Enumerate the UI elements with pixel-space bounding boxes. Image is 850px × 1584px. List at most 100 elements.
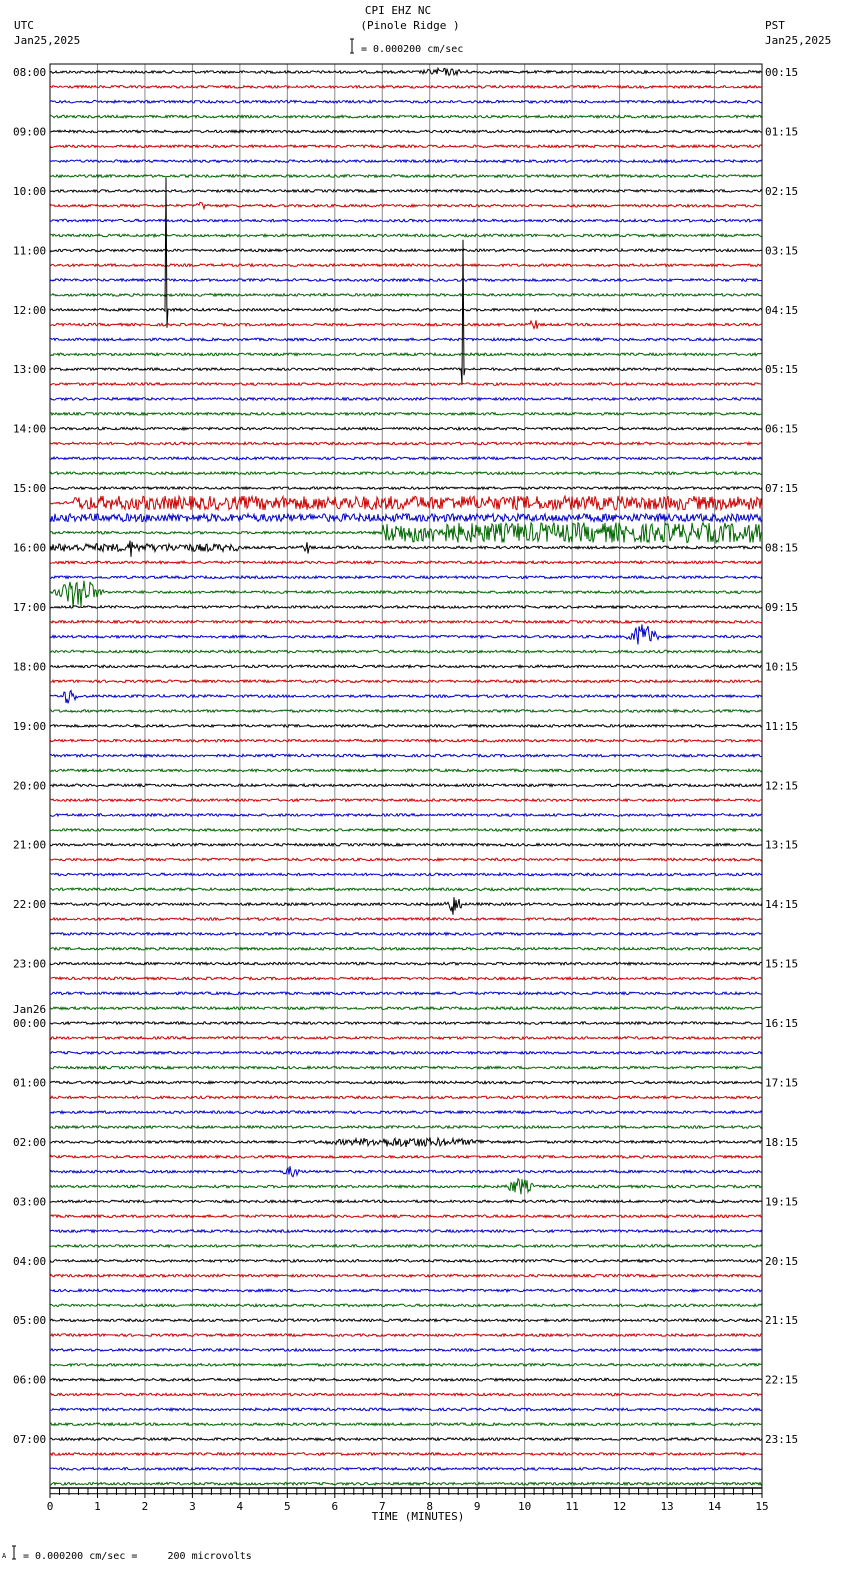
- pst-hour-label: 05:15: [765, 363, 798, 376]
- trace-line: [49, 396, 763, 402]
- pst-hour-label: 20:15: [765, 1255, 798, 1268]
- utc-hour-label: 11:00: [13, 244, 46, 257]
- trace-line: [49, 782, 763, 788]
- utc-hour-label: 16:00: [13, 542, 46, 555]
- utc-hour-label: 07:00: [13, 1433, 46, 1446]
- trace-line: [49, 689, 763, 704]
- trace-line: [49, 426, 763, 432]
- trace-line: [49, 1451, 763, 1457]
- trace-line: [49, 916, 763, 922]
- trace-line: [49, 752, 762, 759]
- trace-line: [49, 128, 763, 134]
- x-tick-label: 11: [566, 1500, 579, 1513]
- trace-line: [50, 574, 763, 580]
- trace-line: [49, 247, 763, 253]
- pst-hour-label: 14:15: [765, 898, 798, 911]
- utc-hour-label: 02:00: [13, 1136, 46, 1149]
- utc-hour-label: 08:00: [13, 66, 46, 79]
- x-tick-label: 9: [474, 1500, 481, 1513]
- trace-line: [49, 1481, 763, 1487]
- utc-hour-label: 18:00: [13, 660, 46, 673]
- trace-line: [49, 1094, 763, 1100]
- trace-line: [49, 143, 763, 149]
- trace-line: [49, 540, 763, 557]
- trace-line: [49, 470, 763, 476]
- trace-line: [49, 827, 763, 833]
- pst-hour-label: 01:15: [765, 125, 798, 138]
- trace-line: [49, 797, 763, 803]
- utc-hour-label: 13:00: [13, 363, 46, 376]
- footer-scale-text: = 0.000200 cm/sec = 200 microvolts: [23, 1551, 252, 1562]
- trace-line: [49, 1347, 763, 1353]
- trace-line: [49, 723, 763, 729]
- trace-line: [49, 485, 763, 491]
- pst-hour-label: 17:15: [765, 1076, 798, 1089]
- plot-frame: [49, 63, 763, 1495]
- trace-line: [49, 886, 763, 892]
- trace-line: [49, 619, 763, 625]
- trace-line: [49, 946, 763, 952]
- trace-line: [49, 411, 763, 417]
- pst-hour-label: 13:15: [765, 839, 798, 852]
- x-tick-label: 5: [284, 1500, 291, 1513]
- trace-line: [50, 351, 763, 357]
- trace-line: [49, 604, 763, 610]
- trace-line: [49, 1228, 763, 1234]
- utc-hour-label: 03:00: [13, 1195, 46, 1208]
- trace-line: [49, 1213, 763, 1219]
- trace-line: [49, 512, 763, 524]
- scale-bar-icon: [350, 38, 354, 54]
- trace-line: [49, 1198, 763, 1204]
- trace-line: [49, 1466, 763, 1472]
- trace-line: [49, 961, 763, 967]
- trace-line: [49, 521, 763, 545]
- pst-hour-label: 19:15: [765, 1195, 798, 1208]
- utc-hour-label: 14:00: [13, 423, 46, 436]
- trace-line: [49, 336, 763, 343]
- trace-line: [49, 1154, 763, 1160]
- trace-line: [49, 897, 763, 915]
- pst-hour-label: 07:15: [765, 482, 798, 495]
- minute-gridlines: [49, 63, 763, 1495]
- left-timezone: UTC: [14, 19, 34, 32]
- pst-hour-label: 09:15: [765, 601, 798, 614]
- trace-line: [50, 708, 763, 714]
- trace-line: [49, 173, 763, 179]
- trace-line: [49, 648, 763, 654]
- station-name: (Pinole Ridge ): [360, 19, 459, 32]
- traces: [49, 66, 763, 1487]
- trace-line: [49, 1005, 763, 1011]
- left-date: Jan25,2025: [14, 34, 80, 47]
- footer-scale-bar-icon: [12, 1545, 16, 1560]
- trace-line: [49, 1109, 763, 1115]
- trace-line: [50, 990, 763, 996]
- trace-line: [49, 1421, 763, 1427]
- x-tick-label: 12: [613, 1500, 626, 1513]
- x-axis-label: TIME (MINUTES): [372, 1510, 465, 1523]
- x-tick-label: 13: [660, 1500, 673, 1513]
- utc-hour-label: 00:00: [13, 1017, 46, 1030]
- trace-line: [49, 1377, 763, 1383]
- trace-line: [49, 262, 763, 268]
- trace-line: [49, 1166, 763, 1178]
- utc-hour-label: 22:00: [13, 898, 46, 911]
- trace-line: [49, 1065, 763, 1071]
- trace-line: [49, 1392, 763, 1398]
- trace-line: [49, 1436, 763, 1442]
- trace-line: [49, 218, 763, 223]
- utc-hour-label: 01:00: [13, 1076, 46, 1089]
- trace-line: [49, 158, 763, 164]
- trace-line: [49, 1317, 763, 1323]
- pst-hour-label: 12:15: [765, 779, 798, 792]
- trace-line: [49, 678, 763, 684]
- trace-line: [49, 1124, 763, 1130]
- trace-line: [49, 1362, 763, 1368]
- trace-line: [49, 931, 763, 937]
- pst-hour-label: 16:15: [765, 1017, 798, 1030]
- pst-hour-label: 06:15: [765, 423, 798, 436]
- trace-line: [49, 177, 763, 328]
- utc-hour-label: 21:00: [13, 839, 46, 852]
- right-timezone: PST: [765, 19, 785, 32]
- trace-line: [49, 188, 763, 194]
- trace-line: [49, 1177, 763, 1195]
